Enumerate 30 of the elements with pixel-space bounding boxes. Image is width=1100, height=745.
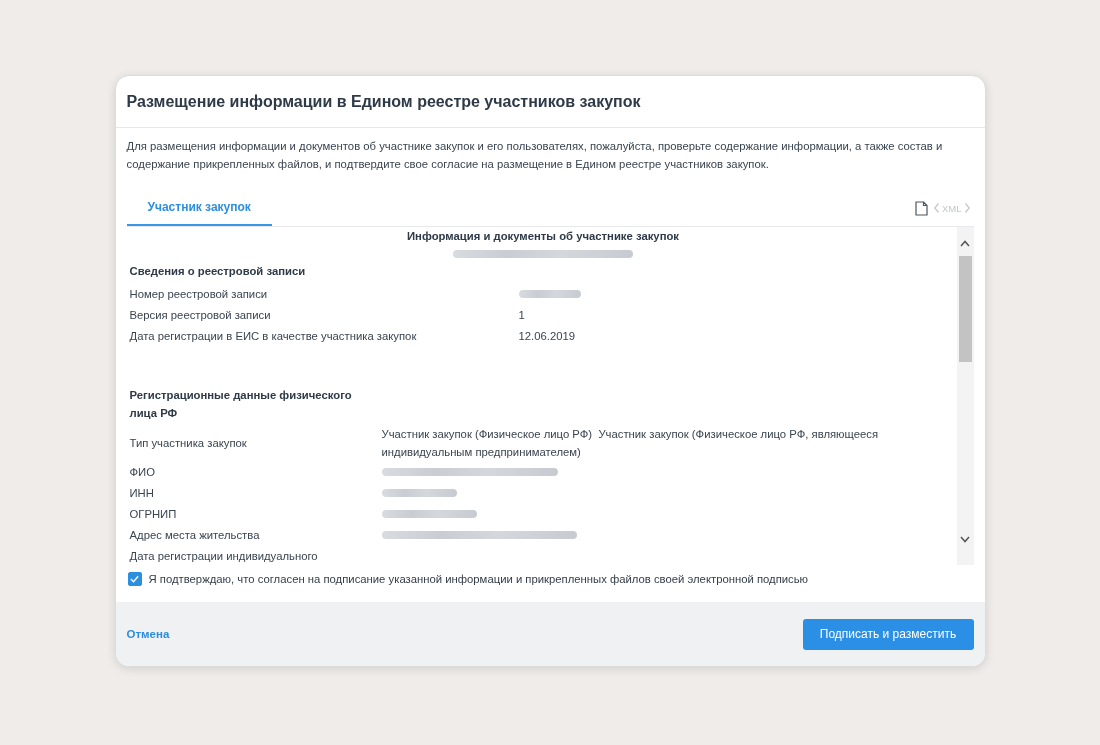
scrollbar-thumb[interactable]: [958, 256, 972, 362]
chevron-left-icon: [933, 203, 939, 213]
field-label: Дата регистрации индивидуального: [129, 548, 319, 564]
document-icon: [914, 200, 928, 216]
cancel-link[interactable]: Отмена: [126, 628, 170, 640]
field-label: ОГРНИП: [129, 506, 178, 522]
document-heading: Информация и документы об участнике закупок: [406, 229, 680, 244]
dialog-title: Размещение информации в Едином реестре участников закупок: [126, 92, 641, 111]
scrollbar[interactable]: [956, 227, 974, 565]
chevron-up-icon[interactable]: [960, 240, 970, 247]
field-label: Адрес места жительства: [129, 527, 261, 543]
field-label: Дата регистрации в ЕИС в качестве участника закупок: [129, 328, 418, 344]
submit-button[interactable]: Подписать и разместить: [802, 618, 974, 650]
checkmark-icon: [130, 575, 139, 583]
field-value: 1: [518, 307, 526, 323]
field-label: ФИО: [129, 464, 156, 480]
chevron-down-icon[interactable]: [960, 536, 970, 543]
description-text: Для размещения информации и документов об участнике закупок и его пользователях, пожалуйста, проверьте содержание информации, а также состав и содержание прикрепленных файлов, и подтвердите свое согласие на размещение в Едином реестре участников закупок.: [126, 139, 944, 172]
field-label: Номер реестровой записи: [129, 286, 269, 302]
section-title: Сведения о реестровой записи: [129, 264, 307, 279]
section-title: Регистрационные данные физического лица РФ: [129, 388, 353, 421]
agreement-text: Я подтверждаю, что согласен на подписание указанной информации и прикрепленных файлов своей электронной подписью: [148, 573, 809, 585]
chevron-right-icon: [964, 203, 970, 213]
field-label: ИНН: [129, 485, 155, 501]
tab[interactable]: Участник закупок: [126, 190, 272, 226]
field-label: Версия реестровой записи: [129, 307, 272, 323]
field-value: Участник закупок (Физическое лицо РФ) Участник закупок (Физическое лицо РФ, являющееся индивидуальным предпринимателем): [381, 427, 880, 460]
field-value: 12.06.2019: [518, 328, 577, 344]
field-label: Тип участника закупок: [129, 436, 248, 451]
checkbox[interactable]: [127, 572, 142, 586]
